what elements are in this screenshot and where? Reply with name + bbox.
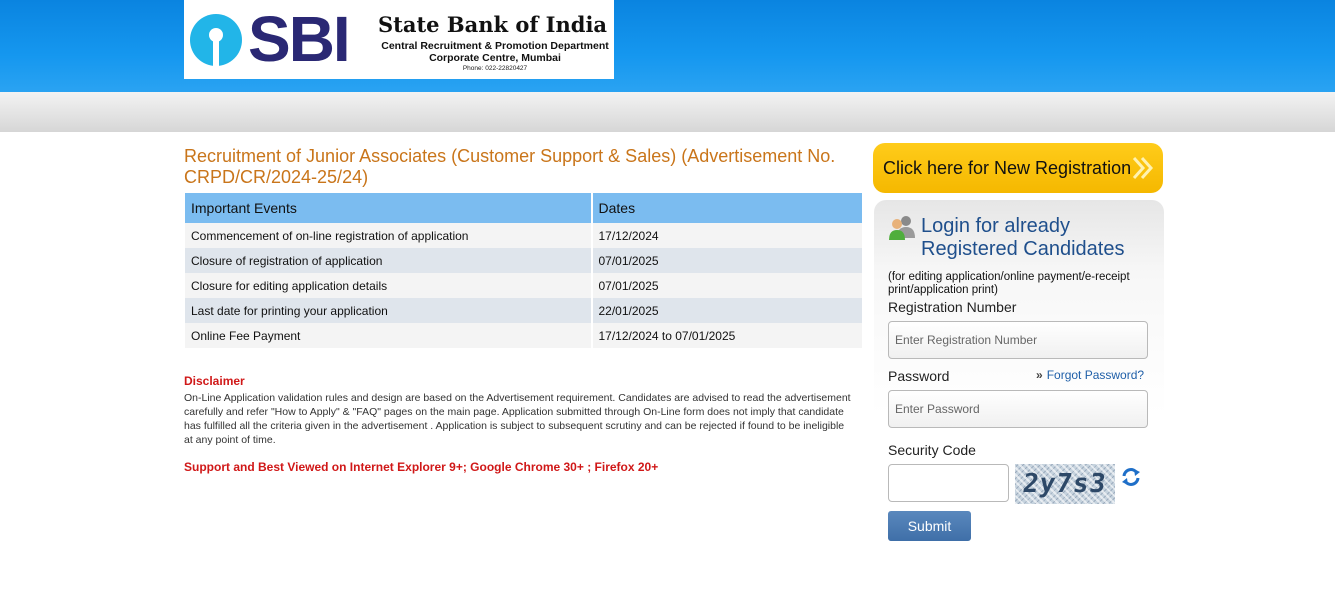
event-cell: Commencement of on-line registration of … <box>184 223 593 248</box>
registration-number-input[interactable] <box>888 321 1148 359</box>
double-chevron-icon: » <box>1036 368 1043 382</box>
page-title: Recruitment of Junior Associates (Custom… <box>184 146 836 187</box>
date-cell: 17/12/2024 to 07/01/2025 <box>591 323 864 348</box>
new-registration-button[interactable]: Click here for New Registration <box>873 143 1163 193</box>
event-cell: Closure of registration of application <box>184 248 593 273</box>
logo-text: SBI <box>248 3 351 75</box>
date-cell: 07/01/2025 <box>591 248 864 273</box>
department-line2: Corporate Centre, Mumbai <box>429 52 561 64</box>
browser-support-note: Support and Best Viewed on Internet Expl… <box>184 460 659 474</box>
sbi-keyhole-icon <box>190 14 242 66</box>
disclaimer-text: On-Line Application validation rules and… <box>184 392 851 446</box>
disclaimer-title: Disclaimer <box>184 374 245 388</box>
captcha-image: 2y7s3 <box>1015 464 1115 504</box>
login-subtitle: (for editing application/online payment/… <box>888 271 1130 296</box>
login-title-line1: Login for already <box>921 215 1070 237</box>
forgot-password-text: Forgot Password? <box>1046 368 1145 382</box>
events-table: Important Events Dates Commencement of o… <box>184 193 864 348</box>
table-header-row: Important Events Dates <box>184 193 864 223</box>
submit-button[interactable]: Submit <box>888 511 971 541</box>
table-row: Closure of registration of application 0… <box>184 248 864 273</box>
forgot-password-link[interactable]: » Forgot Password? <box>1036 368 1144 382</box>
registration-number-label: Registration Number <box>888 299 1017 315</box>
department-line1: Central Recruitment & Promotion Departme… <box>381 40 609 52</box>
column-header-dates: Dates <box>591 193 864 223</box>
login-panel: Login for already Registered Candidates … <box>874 200 1164 560</box>
table-row: Online Fee Payment 17/12/2024 to 07/01/2… <box>184 323 864 348</box>
bank-logo: SBI State Bank of India Central Recruitm… <box>184 0 614 79</box>
bank-phone: Phone: 022-22820427 <box>462 65 528 72</box>
date-cell: 17/12/2024 <box>591 223 864 248</box>
date-cell: 07/01/2025 <box>591 273 864 298</box>
table-row: Closure for editing application details … <box>184 273 864 298</box>
date-cell: 22/01/2025 <box>591 298 864 323</box>
users-icon <box>889 216 915 240</box>
refresh-icon[interactable] <box>1120 466 1142 488</box>
bank-department: Central Recruitment & Promotion Departme… <box>380 40 610 64</box>
security-code-label: Security Code <box>888 442 976 458</box>
new-registration-label: Click here for New Registration <box>883 157 1132 178</box>
security-code-input[interactable] <box>888 464 1009 502</box>
password-input[interactable] <box>888 390 1148 428</box>
login-title: Login for already Registered Candidates <box>921 215 1124 261</box>
event-cell: Closure for editing application details <box>184 273 593 298</box>
event-cell: Online Fee Payment <box>184 323 593 348</box>
bank-name: State Bank of India <box>378 12 608 37</box>
column-header-events: Important Events <box>184 193 593 223</box>
login-title-line2: Registered Candidates <box>921 238 1125 260</box>
event-cell: Last date for printing your application <box>184 298 593 323</box>
password-label: Password <box>888 368 950 384</box>
nav-band <box>0 92 1335 132</box>
table-row: Commencement of on-line registration of … <box>184 223 864 248</box>
captcha-text: 2y7s3 <box>1021 469 1109 499</box>
table-row: Last date for printing your application … <box>184 298 864 323</box>
double-chevron-right-icon <box>1132 156 1154 180</box>
